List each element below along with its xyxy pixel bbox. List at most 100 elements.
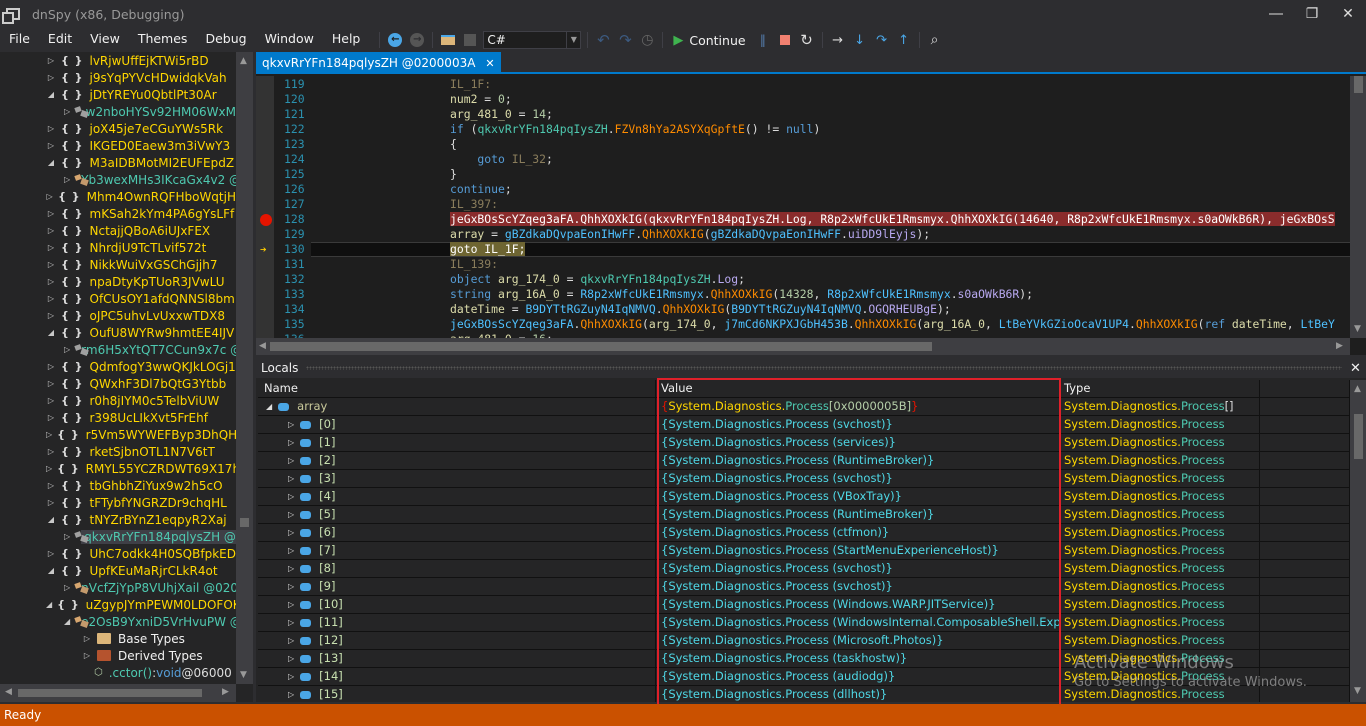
expanded-arrow-icon[interactable]: ◢ [46, 158, 56, 167]
expand-arrow-icon[interactable]: ▷ [288, 686, 294, 702]
code-line[interactable]: 122 if (qkxvRrYFn184pqIysZH.FZVn8hYa2ASYX… [256, 122, 1350, 137]
collapsed-arrow-icon[interactable]: ▷ [64, 583, 70, 592]
tree-item[interactable]: ▷ { } lvRjwUffEjKTWi5rBD [0, 52, 236, 69]
tree-item[interactable]: ▷ { } tbGhbhZiYux9w2h5cO [0, 477, 236, 494]
navigate-forward-button[interactable]: → [406, 29, 428, 51]
collapsed-arrow-icon[interactable]: ▷ [64, 175, 70, 184]
scroll-left-icon[interactable]: ◀ [259, 341, 266, 351]
collapsed-arrow-icon[interactable]: ▷ [46, 226, 56, 235]
collapsed-arrow-icon[interactable]: ▷ [46, 464, 52, 473]
collapsed-arrow-icon[interactable]: ▷ [64, 345, 70, 354]
code-line[interactable]: 121 arg_481_0 = 14; [256, 107, 1350, 122]
scroll-thumb[interactable] [18, 689, 202, 697]
scroll-down-icon[interactable]: ▼ [1354, 686, 1361, 696]
tree-item[interactable]: ◢ { } jDtYREYu0QbtlPt30Ar [0, 86, 236, 103]
collapsed-arrow-icon[interactable]: ▷ [46, 277, 56, 286]
break-all-button[interactable]: ‖ [752, 29, 774, 51]
tree-item[interactable]: ▷ Derived Types [0, 647, 236, 664]
expand-arrow-icon[interactable]: ▷ [288, 614, 294, 631]
tree-item[interactable]: ◢ { } UpfKEuMaRjrCLkR4ot [0, 562, 236, 579]
expanded-arrow-icon[interactable]: ◢ [64, 617, 70, 626]
collapsed-arrow-icon[interactable]: ▷ [46, 362, 56, 371]
table-row[interactable]: ▷ [12] {System.Diagnostics.Process (Micros… [258, 632, 1350, 650]
tree-item[interactable]: ▷ { } IKGED0Eaew3m3iVwY3 [0, 137, 236, 154]
column-header-type[interactable]: Type [1060, 380, 1260, 397]
collapsed-arrow-icon[interactable]: ▷ [46, 124, 56, 133]
tree-item[interactable]: ▷ { } oJPC5uhvLvUxxwTDX8 [0, 307, 236, 324]
tree-item[interactable]: ▷ { } rketSjbnOTL1N7V6tT [0, 443, 236, 460]
scroll-left-icon[interactable]: ◀ [5, 687, 12, 697]
tree-item[interactable]: ▷ { } NctajjQBoA6iUJxFEX [0, 222, 236, 239]
tree-item[interactable]: ◢ { } tNYZrBYnZ1eqpyR2Xaj [0, 511, 236, 528]
tree-item[interactable]: ◢ { } M3aIDBMotMI2EUFEpdZ [0, 154, 236, 171]
scroll-thumb[interactable] [1354, 414, 1363, 459]
code-line[interactable]: ➔ 130 goto IL_1F; [256, 242, 1350, 257]
search-button[interactable]: ⌕ [924, 29, 946, 51]
expand-arrow-icon[interactable]: ▷ [288, 632, 294, 649]
collapsed-arrow-icon[interactable]: ▷ [46, 413, 56, 422]
table-row[interactable]: ▷ [11] {System.Diagnostics.Process (Window… [258, 614, 1350, 632]
close-icon[interactable]: ✕ [485, 57, 494, 70]
table-row[interactable]: ◢ array {System.Diagnostics.Process[0x00… [258, 398, 1350, 416]
tree-horizontal-scrollbar[interactable]: ◀ ▶ [0, 684, 236, 702]
scroll-thumb[interactable] [270, 342, 932, 351]
show-next-statement-button[interactable]: → [827, 29, 849, 51]
tree-item[interactable]: ▷ { } mKSah2kYm4PA6gYsLFf [0, 205, 236, 222]
expanded-arrow-icon[interactable]: ◢ [46, 600, 52, 609]
collapsed-arrow-icon[interactable]: ▷ [46, 260, 56, 269]
expand-arrow-icon[interactable]: ▷ [288, 524, 294, 541]
scroll-down-icon[interactable]: ▼ [1354, 324, 1361, 334]
tree-item[interactable]: ▷ { } j9sYqPYVcHDwidqkVah [0, 69, 236, 86]
history-button[interactable]: ◷ [636, 29, 658, 51]
column-header-name[interactable]: Name [258, 380, 656, 397]
scroll-thumb[interactable] [1354, 76, 1363, 93]
column-header-value[interactable]: Value [656, 380, 1060, 397]
menu-view[interactable]: View [81, 28, 129, 52]
tree-item[interactable]: ▷ nVcfZjYpP8VUhjXail @020 [0, 579, 236, 596]
table-row[interactable]: ▷ [7] {System.Diagnostics.Process (StartMe… [258, 542, 1350, 560]
expand-arrow-icon[interactable]: ▷ [288, 560, 294, 577]
scroll-thumb[interactable] [240, 518, 249, 527]
code-view[interactable]: 119 IL_1F: 120 num2 = 0; 121 arg_481_0 = 14; 1… [256, 76, 1350, 338]
menu-edit[interactable]: Edit [39, 28, 81, 52]
expand-arrow-icon[interactable]: ◢ [266, 398, 272, 415]
collapsed-arrow-icon[interactable]: ▷ [46, 481, 56, 490]
tree-item[interactable]: ▷ { } r398UcLIkXvt5FrEhf [0, 409, 236, 426]
menu-help[interactable]: Help [323, 28, 370, 52]
collapsed-arrow-icon[interactable]: ▷ [46, 379, 56, 388]
scroll-up-icon[interactable]: ▲ [240, 56, 247, 66]
menu-debug[interactable]: Debug [196, 28, 255, 52]
tree-item[interactable]: ◢ { } uZgypJYmPEWM0LDOFOK [0, 596, 236, 613]
expanded-arrow-icon[interactable]: ◢ [46, 515, 56, 524]
drag-grip[interactable] [306, 366, 1342, 370]
undo-button[interactable]: ↶ [592, 29, 614, 51]
tree-item[interactable]: ▷ Base Types [0, 630, 236, 647]
locals-vertical-scrollbar[interactable]: ▲ ▼ [1350, 380, 1366, 702]
language-select[interactable]: C# ▼ [483, 31, 582, 49]
code-line[interactable]: 119 IL_1F: [256, 77, 1350, 92]
collapsed-arrow-icon[interactable]: ▷ [46, 430, 52, 439]
collapsed-arrow-icon[interactable]: ▷ [46, 549, 56, 558]
tree-item[interactable]: ▷ { } r0h8jIYM0c5TelbViUW [0, 392, 236, 409]
collapsed-arrow-icon[interactable]: ▷ [46, 396, 56, 405]
table-row[interactable]: ▷ [8] {System.Diagnostics.Process (svchost… [258, 560, 1350, 578]
expand-arrow-icon[interactable]: ▷ [288, 542, 294, 559]
tree-item[interactable]: ▷ { } QWxhF3Dl7bQtG3Ytbb [0, 375, 236, 392]
menu-themes[interactable]: Themes [129, 28, 197, 52]
table-row[interactable]: ▷ [9] {System.Diagnostics.Process (svchost… [258, 578, 1350, 596]
table-row[interactable]: ▷ [10] {System.Diagnostics.Process (Window… [258, 596, 1350, 614]
step-over-button[interactable]: ↷ [871, 29, 893, 51]
table-row[interactable]: ▷ [6] {System.Diagnostics.Process (ctfmon)… [258, 524, 1350, 542]
expand-arrow-icon[interactable]: ▷ [288, 434, 294, 451]
code-line[interactable]: 124 goto IL_32; [256, 152, 1350, 167]
tree-item[interactable]: ▷ w2nboHYSv92HM06WxM [0, 103, 236, 120]
code-line[interactable]: 125} [256, 167, 1350, 182]
table-row[interactable]: ▷ [3] {System.Diagnostics.Process (svchost… [258, 470, 1350, 488]
table-row[interactable]: ▷ [4] {System.Diagnostics.Process (VBoxTra… [258, 488, 1350, 506]
expand-arrow-icon[interactable]: ▷ [288, 452, 294, 469]
close-button[interactable]: ✕ [1330, 0, 1366, 28]
table-row[interactable]: ▷ [5] {System.Diagnostics.Process (Runtime… [258, 506, 1350, 524]
collapsed-arrow-icon[interactable]: ▷ [46, 294, 56, 303]
save-all-button[interactable] [459, 29, 481, 51]
expanded-arrow-icon[interactable]: ◢ [46, 328, 56, 337]
